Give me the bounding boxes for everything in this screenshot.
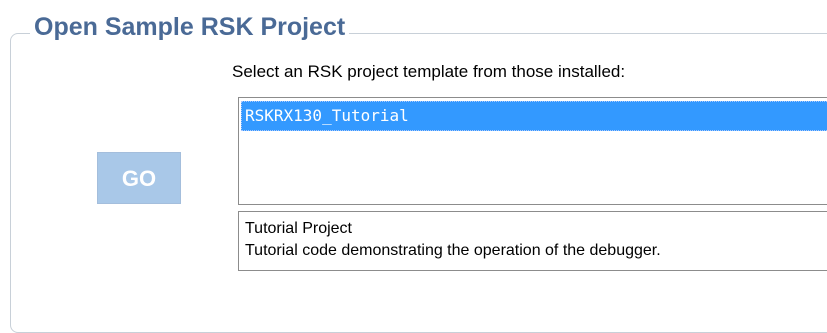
description-title: Tutorial Project xyxy=(245,220,352,237)
template-listbox[interactable]: RSKRX130_Tutorial xyxy=(238,97,827,205)
description-text: Tutorial code demonstrating the operatio… xyxy=(245,242,661,259)
template-description-box: Tutorial Project Tutorial code demonstra… xyxy=(238,211,827,271)
template-list-item[interactable]: RSKRX130_Tutorial xyxy=(241,101,827,131)
go-button[interactable]: GO xyxy=(97,152,181,204)
instruction-label: Select an RSK project template from thos… xyxy=(232,62,626,81)
group-title: Open Sample RSK Project xyxy=(30,12,350,42)
